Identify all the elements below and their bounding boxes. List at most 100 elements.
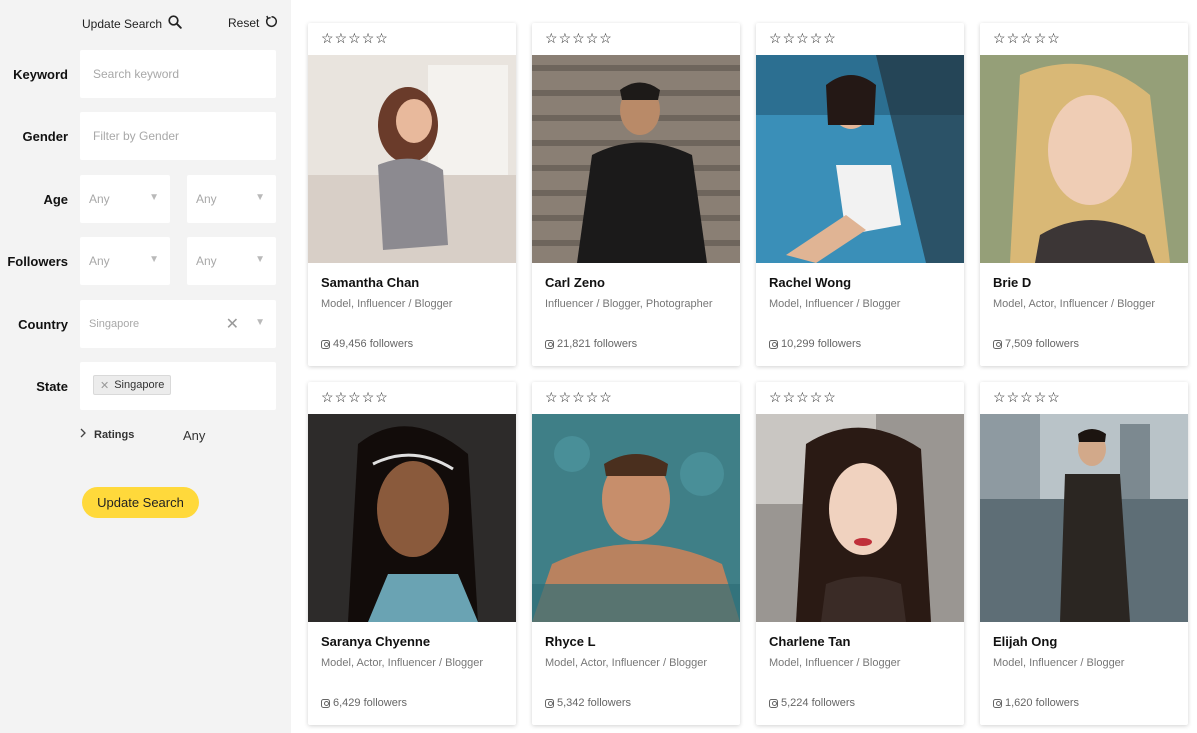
profile-card[interactable]: ☆ ☆ ☆ ☆ ☆ Rachel Wong Model, Influencer / Blog… (756, 23, 964, 366)
star-rating[interactable]: ☆ ☆ ☆ ☆ ☆ (769, 31, 836, 45)
age-min-select[interactable]: Any ▼ (80, 175, 170, 223)
ratings-toggle[interactable]: Ratings (80, 428, 134, 441)
profile-card[interactable]: ☆ ☆ ☆ ☆ ☆ Carl Zeno Influencer / Blogger, Phot… (532, 23, 740, 366)
profile-card[interactable]: ☆ ☆ ☆ ☆ ☆ Brie D Model, Actor, Influencer / Bl… (980, 23, 1188, 366)
profile-photo[interactable] (308, 55, 516, 263)
star-icon[interactable]: ☆ (783, 390, 796, 404)
reset-link[interactable]: Reset (228, 15, 278, 31)
profile-categories: Model, Influencer / Blogger (769, 657, 901, 669)
profile-photo[interactable] (532, 55, 740, 263)
state-multiselect[interactable]: ✕ Singapore (80, 362, 276, 410)
profile-name[interactable]: Elijah Ong (993, 634, 1057, 649)
filter-followers: Followers Any ▼ Any ▼ (0, 237, 291, 285)
star-icon[interactable]: ☆ (1020, 31, 1033, 45)
followers-max-select[interactable]: Any ▼ (187, 237, 276, 285)
profile-photo[interactable] (532, 414, 740, 622)
star-rating[interactable]: ☆ ☆ ☆ ☆ ☆ (993, 31, 1060, 45)
star-icon[interactable]: ☆ (362, 390, 375, 404)
star-icon[interactable]: ☆ (1007, 31, 1020, 45)
star-icon[interactable]: ☆ (375, 31, 388, 45)
profile-name[interactable]: Carl Zeno (545, 275, 605, 290)
star-icon[interactable]: ☆ (348, 390, 361, 404)
star-icon[interactable]: ☆ (559, 390, 572, 404)
star-icon[interactable]: ☆ (586, 390, 599, 404)
profile-categories: Model, Actor, Influencer / Blogger (545, 657, 708, 669)
profile-card[interactable]: ☆ ☆ ☆ ☆ ☆ Rhyce L Model, Actor, Influencer / B… (532, 382, 740, 725)
profile-card[interactable]: ☆ ☆ ☆ ☆ ☆ Elijah Ong Model, Influencer / Blogg… (980, 382, 1188, 725)
followers-count: 10,299 followers (781, 338, 862, 350)
profile-photo[interactable] (980, 414, 1188, 622)
update-search-link[interactable]: Update Search (82, 15, 182, 32)
star-icon[interactable]: ☆ (375, 390, 388, 404)
profile-name[interactable]: Charlene Tan (769, 634, 850, 649)
star-rating[interactable]: ☆ ☆ ☆ ☆ ☆ (993, 390, 1060, 404)
clear-icon[interactable]: ✕ (226, 314, 239, 334)
followers-count: 7,509 followers (1005, 338, 1079, 350)
gender-select[interactable]: Filter by Gender (80, 112, 276, 160)
country-select[interactable]: Singapore ✕ ▼ (80, 300, 276, 348)
star-icon[interactable]: ☆ (572, 31, 585, 45)
profile-card[interactable]: ☆ ☆ ☆ ☆ ☆ Charlene Tan Model, Influencer / Blo… (756, 382, 964, 725)
profile-photo[interactable] (308, 414, 516, 622)
star-icon[interactable]: ☆ (362, 31, 375, 45)
star-icon[interactable]: ☆ (1034, 390, 1047, 404)
star-icon[interactable]: ☆ (1020, 390, 1033, 404)
profile-name[interactable]: Rhyce L (545, 634, 596, 649)
star-icon[interactable]: ☆ (545, 31, 558, 45)
profile-photo[interactable] (980, 55, 1188, 263)
star-icon[interactable]: ☆ (1047, 31, 1060, 45)
star-icon[interactable]: ☆ (559, 31, 572, 45)
star-icon[interactable]: ☆ (335, 31, 348, 45)
star-icon[interactable]: ☆ (810, 31, 823, 45)
star-icon[interactable]: ☆ (1047, 390, 1060, 404)
profile-name[interactable]: Rachel Wong (769, 275, 851, 290)
star-rating[interactable]: ☆ ☆ ☆ ☆ ☆ (545, 31, 612, 45)
star-icon[interactable]: ☆ (335, 390, 348, 404)
age-max-select[interactable]: Any ▼ (187, 175, 276, 223)
star-icon[interactable]: ☆ (1034, 31, 1047, 45)
star-icon[interactable]: ☆ (599, 31, 612, 45)
star-rating[interactable]: ☆ ☆ ☆ ☆ ☆ (545, 390, 612, 404)
star-icon[interactable]: ☆ (545, 390, 558, 404)
profile-card[interactable]: ☆ ☆ ☆ ☆ ☆ Saranya Chyenne Model, Actor, Influe… (308, 382, 516, 725)
star-icon[interactable]: ☆ (769, 31, 782, 45)
profile-name[interactable]: Saranya Chyenne (321, 634, 430, 649)
followers-min-select[interactable]: Any ▼ (80, 237, 170, 285)
profile-card[interactable]: ☆ ☆ ☆ ☆ ☆ Samantha Chan Model, Influencer / Bl… (308, 23, 516, 366)
profile-photo[interactable] (756, 414, 964, 622)
star-icon[interactable]: ☆ (599, 390, 612, 404)
star-icon[interactable]: ☆ (796, 390, 809, 404)
followers-count: 1,620 followers (1005, 697, 1079, 709)
star-icon[interactable]: ☆ (321, 31, 334, 45)
star-icon[interactable]: ☆ (572, 390, 585, 404)
star-rating[interactable]: ☆ ☆ ☆ ☆ ☆ (769, 390, 836, 404)
ratings-label: Ratings (94, 428, 135, 441)
instagram-icon (769, 698, 778, 708)
star-icon[interactable]: ☆ (783, 31, 796, 45)
star-rating[interactable]: ☆ ☆ ☆ ☆ ☆ (321, 31, 388, 45)
chevron-right-icon (80, 428, 86, 441)
keyword-placeholder: Search keyword (93, 67, 180, 81)
star-icon[interactable]: ☆ (823, 31, 836, 45)
star-icon[interactable]: ☆ (321, 390, 334, 404)
update-search-button[interactable]: Update Search (82, 487, 199, 518)
profile-photo[interactable] (756, 55, 964, 263)
profile-name[interactable]: Samantha Chan (321, 275, 419, 290)
star-icon[interactable]: ☆ (993, 31, 1006, 45)
followers-label: Followers (7, 254, 68, 269)
star-icon[interactable]: ☆ (586, 31, 599, 45)
star-icon[interactable]: ☆ (769, 390, 782, 404)
remove-tag-icon[interactable]: ✕ (100, 379, 109, 392)
star-icon[interactable]: ☆ (823, 390, 836, 404)
keyword-input[interactable]: Search keyword (80, 50, 276, 98)
star-icon[interactable]: ☆ (796, 31, 809, 45)
star-icon[interactable]: ☆ (810, 390, 823, 404)
star-icon[interactable]: ☆ (993, 390, 1006, 404)
profile-name[interactable]: Brie D (993, 275, 1031, 290)
star-rating[interactable]: ☆ ☆ ☆ ☆ ☆ (321, 390, 388, 404)
star-icon[interactable]: ☆ (1007, 390, 1020, 404)
profile-followers: 49,456 followers (321, 338, 413, 350)
star-icon[interactable]: ☆ (348, 31, 361, 45)
caret-down-icon: ▼ (149, 254, 159, 265)
age-min-value: Any (89, 192, 110, 206)
